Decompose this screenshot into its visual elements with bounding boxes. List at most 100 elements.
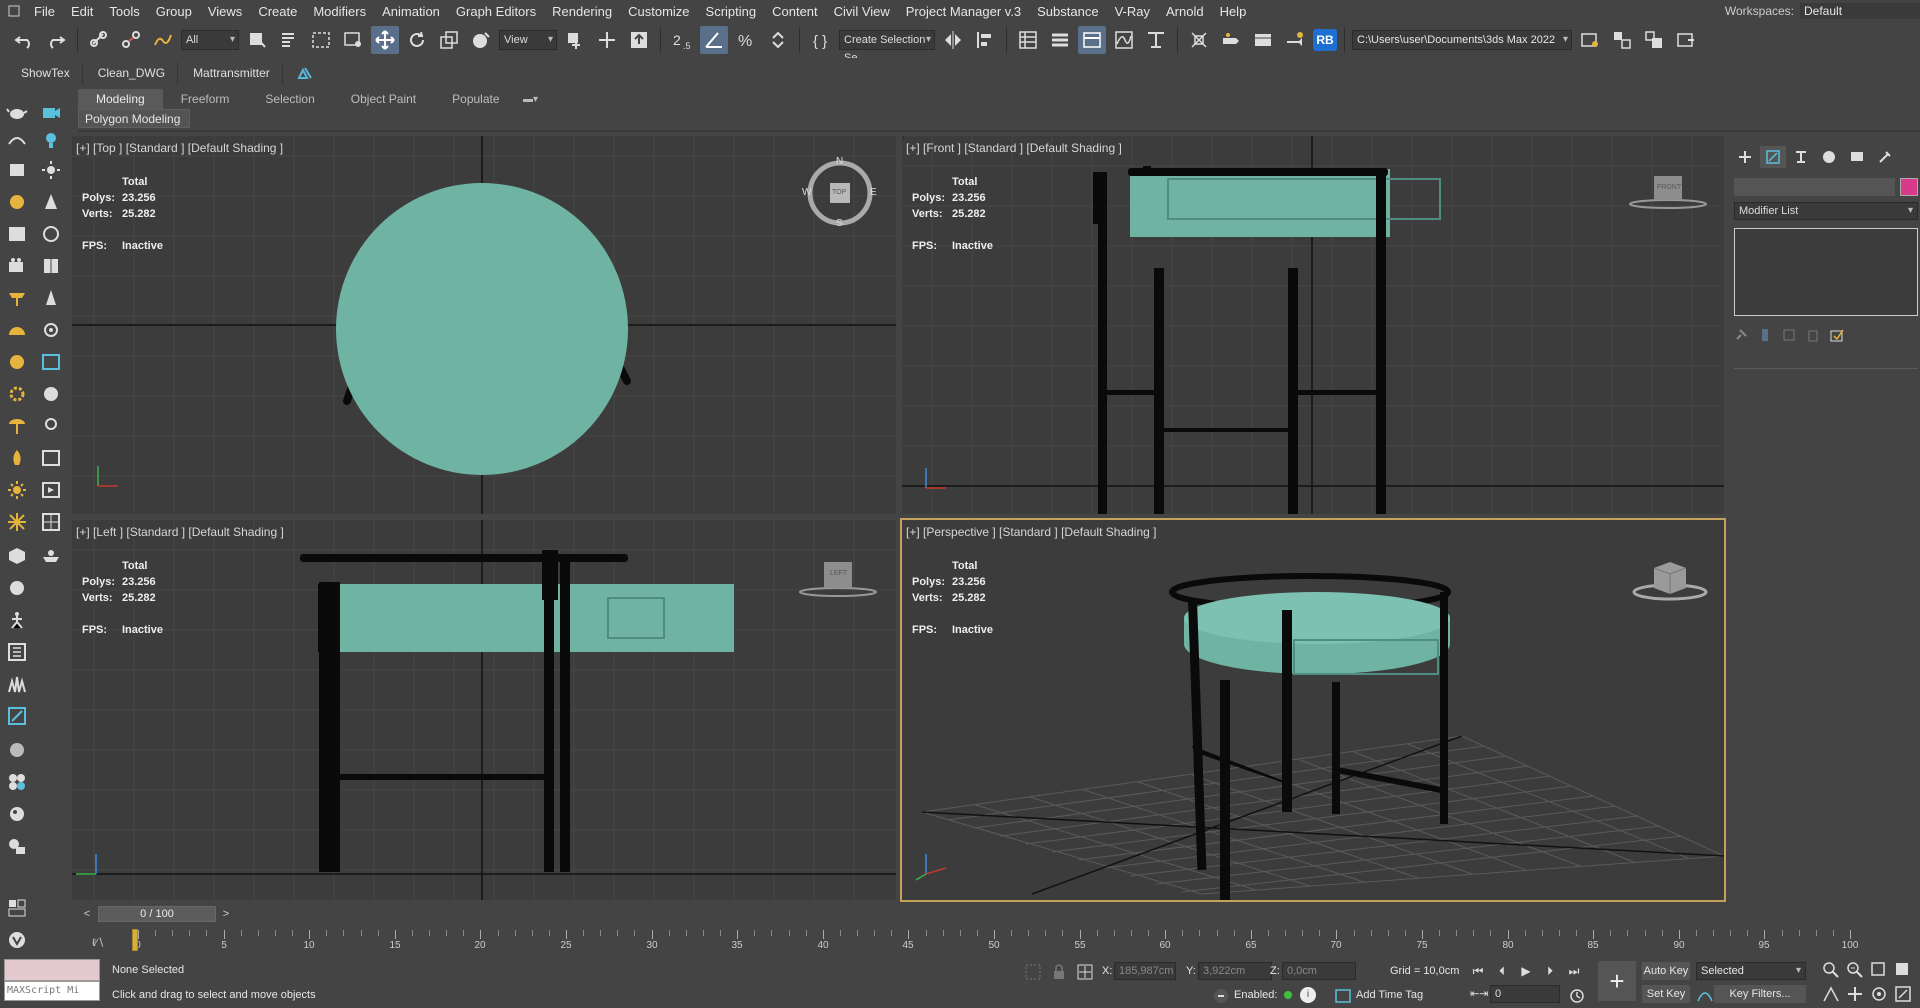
- figure-icon[interactable]: [4, 607, 30, 633]
- viewcube-front[interactable]: FRONT: [1628, 170, 1708, 210]
- mushroom-light-icon[interactable]: [4, 413, 30, 439]
- show-end-result-icon[interactable]: [1758, 328, 1772, 342]
- time-configuration-icon[interactable]: [1568, 987, 1586, 1005]
- object-color-swatch[interactable]: [1900, 178, 1918, 196]
- ribbon-tab-object-paint[interactable]: Object Paint: [333, 89, 434, 109]
- adaptive-degradation-icon[interactable]: [1212, 987, 1230, 1005]
- go-to-end-icon[interactable]: ⏭: [1564, 961, 1584, 981]
- time-slider-handle[interactable]: 0 / 100: [98, 906, 216, 922]
- table-light-icon[interactable]: [4, 285, 30, 311]
- sun-light-icon[interactable]: [4, 477, 30, 503]
- project-path-dropdown[interactable]: C:\Users\user\Documents\3ds Max 2022: [1352, 30, 1572, 50]
- pin-stack-icon[interactable]: [1734, 328, 1748, 342]
- material-slots-icon[interactable]: [4, 833, 30, 859]
- viewport-perspective[interactable]: [+] [Perspective ] [Standard ] [Default …: [900, 518, 1726, 902]
- window-crossing-icon[interactable]: [339, 26, 367, 54]
- create-tab-icon[interactable]: [1732, 146, 1758, 168]
- modifier-list-dropdown[interactable]: Modifier List: [1734, 202, 1918, 220]
- rotate-view-icon[interactable]: [38, 221, 64, 247]
- undo-icon[interactable]: [10, 26, 38, 54]
- modifier-stack[interactable]: [1734, 228, 1918, 316]
- grass-icon[interactable]: [4, 671, 30, 697]
- render-production-icon[interactable]: [1281, 26, 1309, 54]
- material-editor-icon[interactable]: [1185, 26, 1213, 54]
- zoom-all-icon[interactable]: [1846, 961, 1864, 979]
- menu-edit[interactable]: Edit: [63, 4, 101, 19]
- go-to-start-icon[interactable]: ⏮: [1468, 961, 1488, 981]
- preview-icon[interactable]: [38, 477, 64, 503]
- menu-vray[interactable]: V-Ray: [1107, 4, 1158, 19]
- project-list-icon[interactable]: [1672, 26, 1700, 54]
- play-icon[interactable]: ▶: [1516, 961, 1536, 981]
- pan-view-icon[interactable]: [1846, 985, 1864, 1003]
- bind-space-warp-icon[interactable]: [149, 26, 177, 54]
- current-frame-field[interactable]: 0: [1490, 985, 1560, 1003]
- geosphere-icon[interactable]: [4, 221, 30, 247]
- selection-lock-icon[interactable]: [1050, 963, 1068, 981]
- sun-icon[interactable]: [38, 157, 64, 183]
- auto-key-button[interactable]: Auto Key: [1642, 962, 1690, 980]
- time-tag-icon[interactable]: [1334, 987, 1352, 1005]
- menu-create[interactable]: Create: [250, 4, 305, 19]
- mirror-icon[interactable]: [939, 26, 967, 54]
- menu-graph-editors[interactable]: Graph Editors: [448, 4, 544, 19]
- menu-content[interactable]: Content: [764, 4, 826, 19]
- shelf-showtex[interactable]: ShowTex: [6, 62, 83, 84]
- viewport-left-label[interactable]: [+] [Left ] [Standard ] [Default Shading…: [76, 525, 284, 539]
- orbit-icon[interactable]: [38, 317, 64, 343]
- next-frame-icon[interactable]: ⏵: [1540, 961, 1560, 981]
- percent-snap-icon[interactable]: %: [732, 26, 760, 54]
- modify-tab-icon[interactable]: [1760, 146, 1786, 168]
- project-settings-icon[interactable]: [1640, 26, 1668, 54]
- flame-light-icon[interactable]: [4, 445, 30, 471]
- rectangular-selection-icon[interactable]: [307, 26, 335, 54]
- palette-icon[interactable]: [38, 381, 64, 407]
- redo-icon[interactable]: [42, 26, 70, 54]
- keyboard-shortcut-override-icon[interactable]: [625, 26, 653, 54]
- maxscript-listener[interactable]: MAXScript Mi: [4, 957, 100, 1003]
- ribbon-tab-selection[interactable]: Selection: [247, 89, 332, 109]
- menu-customize[interactable]: Customize: [620, 4, 697, 19]
- named-selection-dropdown[interactable]: Create Selection Se: [839, 30, 935, 64]
- zoom-extents-all-icon[interactable]: [1894, 961, 1912, 979]
- box-icon[interactable]: [4, 157, 30, 183]
- select-manipulate-icon[interactable]: [593, 26, 621, 54]
- menu-tools[interactable]: Tools: [101, 4, 147, 19]
- shapes-icon[interactable]: [4, 127, 30, 153]
- bulb-outline-icon[interactable]: [38, 413, 64, 439]
- menu-file[interactable]: File: [26, 4, 63, 19]
- viewcube-perspective[interactable]: [1630, 558, 1710, 602]
- shaded-sphere-icon[interactable]: [4, 575, 30, 601]
- mini-curve-editor-icon[interactable]: ℓ⁄∖: [92, 936, 104, 949]
- rb-plugin-button[interactable]: RB: [1313, 29, 1337, 51]
- layout-icon[interactable]: [1608, 26, 1636, 54]
- rendered-frame-window-icon[interactable]: [1249, 26, 1277, 54]
- cube-icon[interactable]: [4, 543, 30, 569]
- remove-modifier-icon[interactable]: [1806, 328, 1820, 342]
- time-slider-track[interactable]: [78, 906, 1728, 922]
- modifier-icon[interactable]: [4, 703, 30, 729]
- info-icon[interactable]: i: [1300, 987, 1316, 1003]
- motion-tab-icon[interactable]: [1816, 146, 1842, 168]
- ribbon-tab-modeling[interactable]: Modeling: [78, 89, 163, 109]
- select-object-icon[interactable]: [243, 26, 271, 54]
- menu-views[interactable]: Views: [200, 4, 250, 19]
- viewport-front[interactable]: [+] [Front ] [Standard ] [Default Shadin…: [902, 136, 1724, 514]
- time-cursor[interactable]: [132, 929, 138, 951]
- spot-light-icon[interactable]: [38, 189, 64, 215]
- render-setup-icon[interactable]: [1217, 26, 1245, 54]
- zoom-extents-icon[interactable]: [1870, 961, 1888, 979]
- add-time-tag-button[interactable]: Add Time Tag: [1356, 989, 1423, 1001]
- material-library-icon[interactable]: [4, 801, 30, 827]
- menu-group[interactable]: Group: [148, 4, 200, 19]
- dome-light-icon[interactable]: [4, 317, 30, 343]
- menu-substance[interactable]: Substance: [1029, 4, 1106, 19]
- material-ball-icon[interactable]: [4, 737, 30, 763]
- selection-filter-dropdown[interactable]: All: [181, 30, 239, 50]
- viewport-top-label[interactable]: [+] [Top ] [Standard ] [Default Shading …: [76, 141, 283, 155]
- layer-explorer-icon[interactable]: [1046, 26, 1074, 54]
- absolute-mode-icon[interactable]: [1076, 963, 1094, 981]
- schematic-view-icon[interactable]: [1142, 26, 1170, 54]
- light-icon[interactable]: [38, 127, 64, 153]
- shelf-clean-dwg[interactable]: Clean_DWG: [83, 62, 179, 84]
